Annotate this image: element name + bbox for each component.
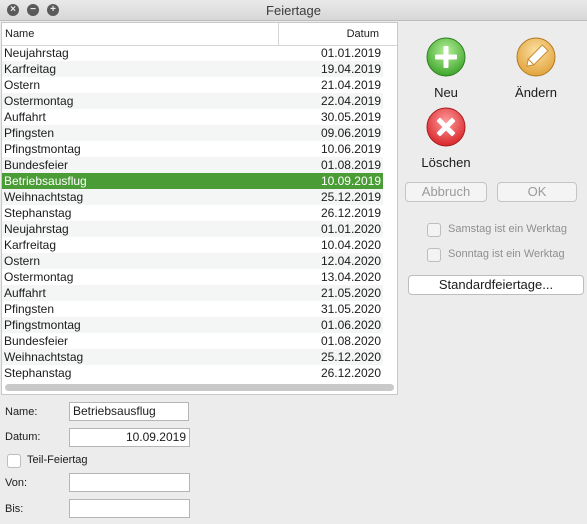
table-row[interactable]: Pfingstmontag 01.06.2020 bbox=[2, 317, 383, 333]
row-name: Pfingstmontag bbox=[4, 142, 81, 156]
row-name: Ostern bbox=[4, 78, 41, 92]
table-row[interactable]: Neujahrstag 01.01.2019 bbox=[2, 45, 383, 61]
x-icon bbox=[426, 107, 466, 147]
table-row[interactable]: Betriebsausflug 10.09.2019 bbox=[2, 173, 383, 189]
cancel-button[interactable]: Abbruch bbox=[405, 182, 487, 202]
sunday-workday-label: Sonntag ist ein Werktag bbox=[448, 248, 565, 260]
row-name: Pfingsten bbox=[4, 126, 55, 140]
row-date: 01.06.2020 bbox=[320, 318, 381, 332]
row-date: 01.08.2019 bbox=[320, 158, 381, 172]
pencil-icon bbox=[516, 37, 556, 77]
table-row[interactable]: Ostermontag 13.04.2020 bbox=[2, 269, 383, 285]
table-row[interactable]: Stephanstag 26.12.2020 bbox=[2, 365, 383, 381]
table-body: Neujahrstag 01.01.2019 Karfreitag 19.04.201… bbox=[2, 45, 397, 381]
row-date: 26.12.2019 bbox=[320, 206, 381, 220]
row-name: Weihnachtstag bbox=[4, 350, 84, 364]
row-name: Karfreitag bbox=[4, 62, 57, 76]
table-row[interactable]: Stephanstag 26.12.2019 bbox=[2, 205, 383, 221]
row-date: 01.01.2020 bbox=[320, 222, 381, 236]
from-field[interactable] bbox=[69, 473, 190, 492]
plus-icon bbox=[426, 37, 466, 77]
table-row[interactable]: Bundesfeier 01.08.2019 bbox=[2, 157, 383, 173]
table-row[interactable]: Auffahrt 21.05.2020 bbox=[2, 285, 383, 301]
row-name: Pfingstmontag bbox=[4, 318, 81, 332]
row-name: Auffahrt bbox=[4, 110, 46, 124]
new-label: Neu bbox=[434, 85, 458, 100]
table-header: Name Datum bbox=[2, 23, 397, 46]
row-date: 19.04.2019 bbox=[320, 62, 381, 76]
column-header-date[interactable]: Datum bbox=[278, 23, 383, 45]
row-date: 22.04.2019 bbox=[320, 94, 381, 108]
row-date: 25.12.2019 bbox=[320, 190, 381, 204]
date-field[interactable]: 10.09.2019 bbox=[69, 428, 190, 447]
name-field[interactable]: Betriebsausflug bbox=[69, 402, 189, 421]
row-date: 01.01.2019 bbox=[320, 46, 381, 60]
table-row[interactable]: Pfingsten 09.06.2019 bbox=[2, 125, 383, 141]
table-row[interactable]: Weihnachtstag 25.12.2019 bbox=[2, 189, 383, 205]
delete-label: Löschen bbox=[421, 155, 471, 170]
row-name: Ostermontag bbox=[4, 270, 74, 284]
partial-holiday-label: Teil-Feiertag bbox=[27, 454, 88, 466]
row-date: 25.12.2020 bbox=[320, 350, 381, 364]
row-name: Bundesfeier bbox=[4, 158, 69, 172]
row-date: 21.04.2019 bbox=[320, 78, 381, 92]
table-row[interactable]: Weihnachtstag 25.12.2020 bbox=[2, 349, 383, 365]
row-name: Karfreitag bbox=[4, 238, 57, 252]
row-date: 09.06.2019 bbox=[320, 126, 381, 140]
row-date: 26.12.2020 bbox=[320, 366, 381, 380]
table-row[interactable]: Ostern 12.04.2020 bbox=[2, 253, 383, 269]
table-row[interactable]: Pfingsten 31.05.2020 bbox=[2, 301, 383, 317]
row-name: Auffahrt bbox=[4, 286, 46, 300]
row-name: Betriebsausflug bbox=[4, 174, 87, 188]
table-row[interactable]: Ostern 21.04.2019 bbox=[2, 77, 383, 93]
table-row[interactable]: Ostermontag 22.04.2019 bbox=[2, 93, 383, 109]
holiday-table[interactable]: Name Datum Neujahrstag 01.01.2019 Karfreit… bbox=[1, 22, 398, 395]
to-field[interactable] bbox=[69, 499, 190, 518]
column-header-name[interactable]: Name bbox=[5, 28, 34, 40]
row-date: 10.04.2020 bbox=[320, 238, 381, 252]
edit-label: Ändern bbox=[515, 85, 557, 100]
title-bar: × − + Feiertage bbox=[0, 0, 587, 21]
row-date: 21.05.2020 bbox=[320, 286, 381, 300]
row-date: 10.09.2019 bbox=[320, 174, 381, 188]
row-date: 31.05.2020 bbox=[320, 302, 381, 316]
row-name: Ostern bbox=[4, 254, 41, 268]
row-name: Weihnachtstag bbox=[4, 190, 84, 204]
row-name: Neujahrstag bbox=[4, 222, 69, 236]
table-row[interactable]: Pfingstmontag 10.06.2019 bbox=[2, 141, 383, 157]
row-name: Stephanstag bbox=[4, 206, 72, 220]
table-row[interactable]: Auffahrt 30.05.2019 bbox=[2, 109, 383, 125]
partial-holiday-checkbox[interactable] bbox=[7, 454, 21, 468]
window-title: Feiertage bbox=[266, 3, 321, 18]
saturday-workday-label: Samstag ist ein Werktag bbox=[448, 223, 568, 235]
sunday-workday-checkbox[interactable] bbox=[427, 248, 441, 262]
date-label: Datum: bbox=[5, 431, 41, 443]
row-name: Neujahrstag bbox=[4, 46, 69, 60]
row-date: 01.08.2020 bbox=[320, 334, 381, 348]
from-label: Von: bbox=[5, 477, 28, 489]
row-date: 10.06.2019 bbox=[320, 142, 381, 156]
name-label: Name: bbox=[5, 406, 38, 418]
ok-button[interactable]: OK bbox=[497, 182, 577, 202]
table-row[interactable]: Karfreitag 10.04.2020 bbox=[2, 237, 383, 253]
row-date: 13.04.2020 bbox=[320, 270, 381, 284]
standard-holidays-button[interactable]: Standardfeiertage... bbox=[408, 275, 584, 295]
to-label: Bis: bbox=[5, 503, 24, 515]
row-name: Ostermontag bbox=[4, 94, 74, 108]
horizontal-scrollbar[interactable] bbox=[5, 384, 394, 391]
row-name: Bundesfeier bbox=[4, 334, 69, 348]
row-date: 12.04.2020 bbox=[320, 254, 381, 268]
table-row[interactable]: Neujahrstag 01.01.2020 bbox=[2, 221, 383, 237]
row-name: Pfingsten bbox=[4, 302, 55, 316]
row-name: Stephanstag bbox=[4, 366, 72, 380]
table-row[interactable]: Karfreitag 19.04.2019 bbox=[2, 61, 383, 77]
row-date: 30.05.2019 bbox=[320, 110, 381, 124]
table-row[interactable]: Bundesfeier 01.08.2020 bbox=[2, 333, 383, 349]
saturday-workday-checkbox[interactable] bbox=[427, 223, 441, 237]
